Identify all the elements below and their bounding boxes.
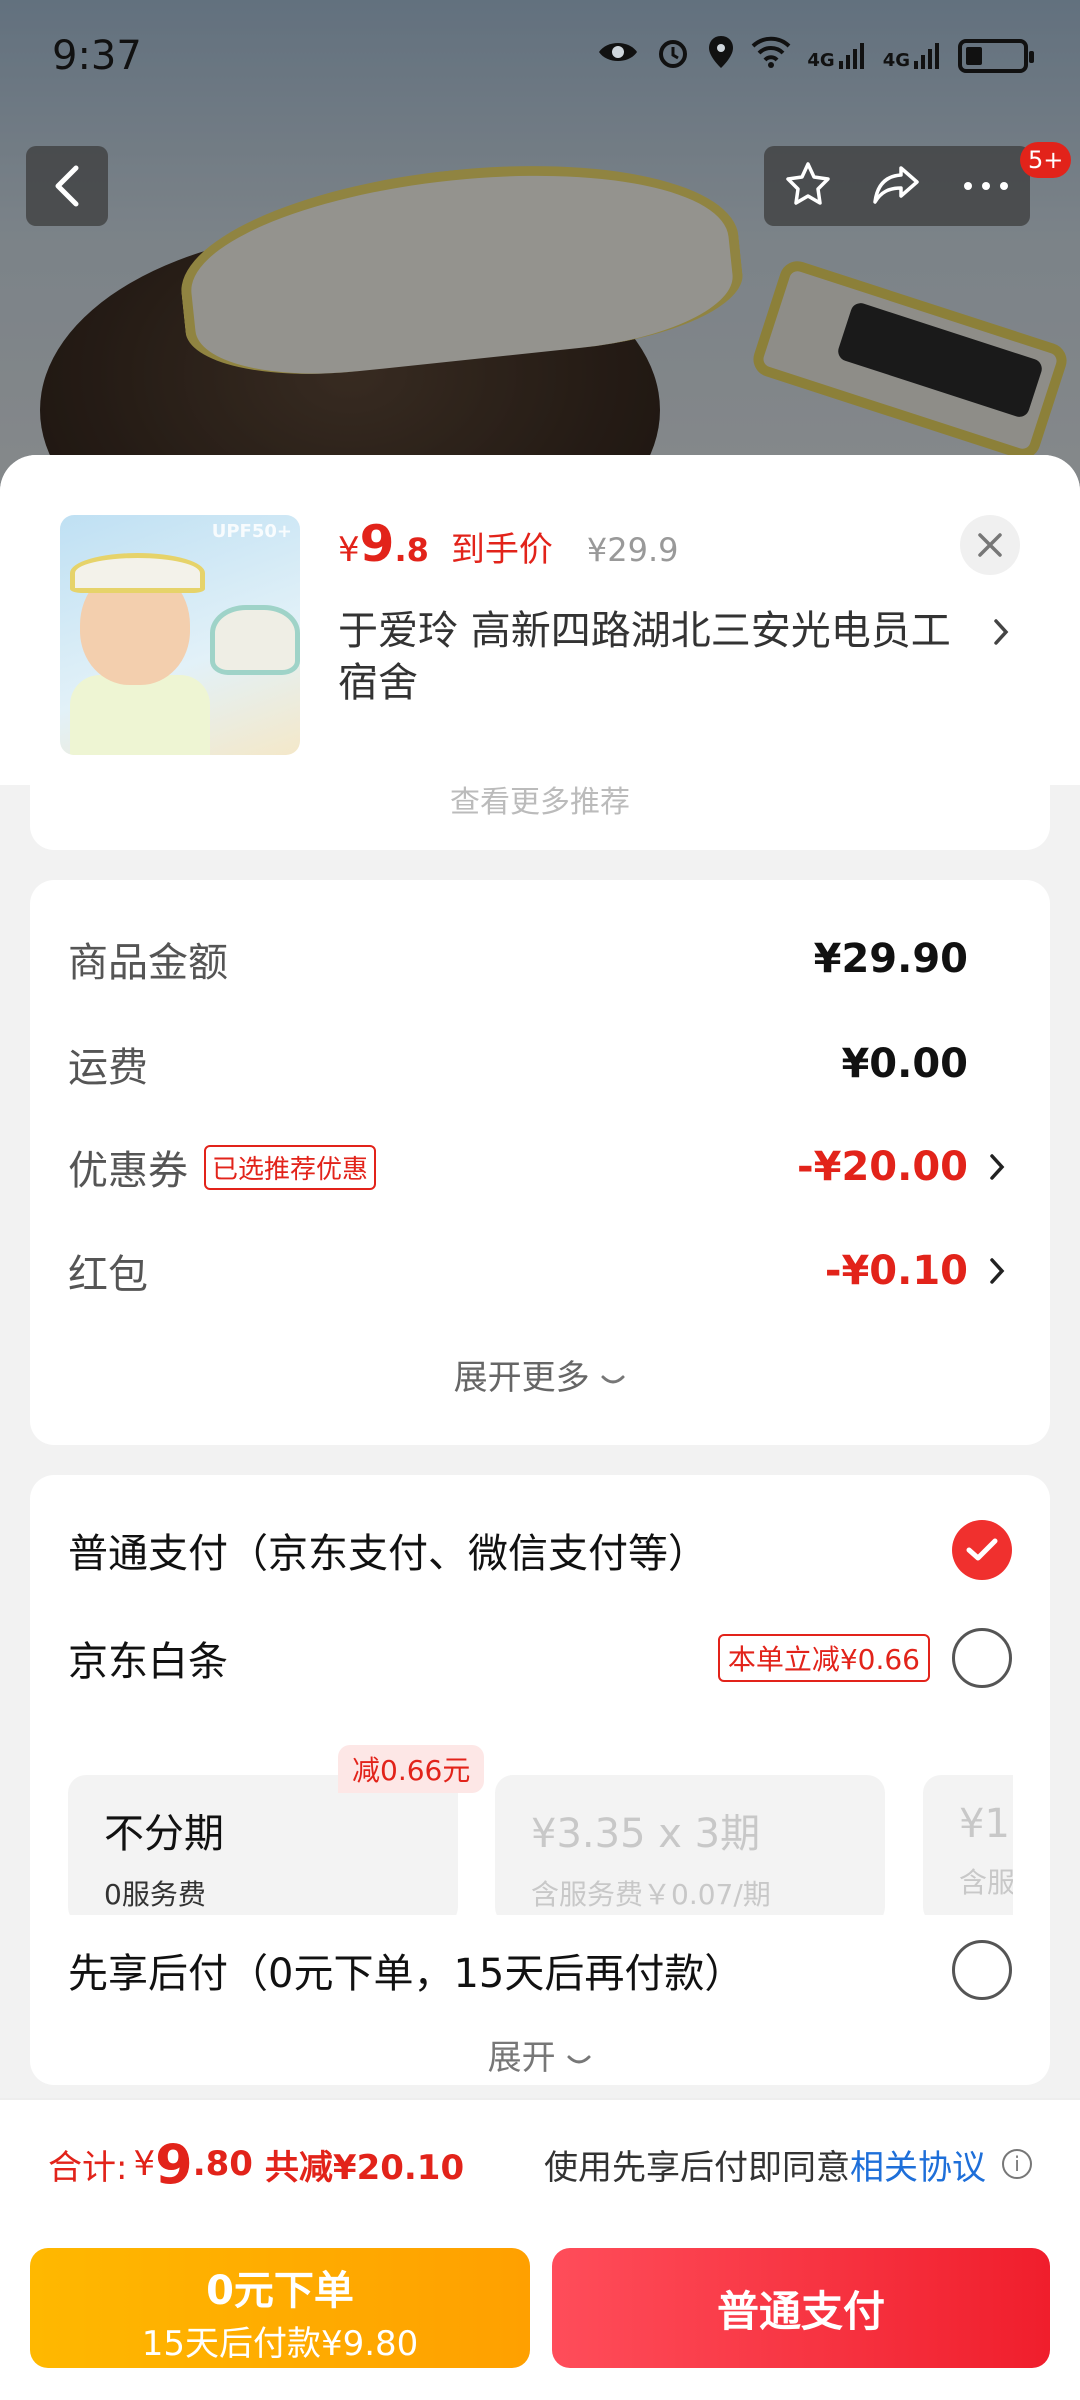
- close-button[interactable]: [960, 515, 1020, 575]
- status-time: 9:37: [52, 33, 142, 79]
- installment-none-title: 不分期: [104, 1811, 224, 1857]
- thumb-hat: [70, 553, 205, 593]
- price-currency: ¥: [338, 530, 360, 570]
- network-type-1: 4G: [807, 50, 835, 71]
- star-icon: [785, 162, 830, 205]
- agreement-text: 使用先享后付即同意 相关协议 i: [544, 2140, 1032, 2189]
- red-packet-value: -¥0.10: [824, 1248, 968, 1294]
- signal-icon-1: 4G: [807, 41, 866, 71]
- price-integer: 9: [359, 515, 395, 573]
- payment-later-radio[interactable]: [952, 1940, 1012, 2000]
- more-button[interactable]: [962, 177, 1010, 196]
- total-label: 合计:: [48, 2147, 128, 2188]
- shipping-fee-label: 运费: [68, 1045, 148, 1091]
- final-price: ¥ 9 .8 到手价 ¥29.9: [338, 515, 678, 573]
- thumb-shirt: [70, 675, 210, 755]
- more-dots-icon: [964, 181, 1009, 190]
- network-type-2: 4G: [882, 50, 910, 71]
- signal-icon-2: 4G: [883, 41, 942, 71]
- coupon-value: -¥20.00: [797, 1144, 968, 1190]
- goods-amount-label: 商品金额: [68, 940, 228, 986]
- checkout-sheet: UPF50+ ¥ 9 .8 到手价 ¥29.9 于爱玲 高新四路湖北三安光电员工…: [0, 455, 1080, 2400]
- pay-later-button[interactable]: 0元下单 15天后付款¥9.80: [30, 2248, 530, 2368]
- payment-methods-card: 普通支付（京东支付、微信支付等） 京东白条 本单立减¥0.66 不分期 0服务费…: [30, 1475, 1050, 2085]
- price-decimal: .8: [394, 531, 429, 569]
- back-button[interactable]: [26, 146, 108, 226]
- chevron-down-icon: [567, 2055, 591, 2064]
- shipping-address[interactable]: 于爱玲 高新四路湖北三安光电员工宿舍: [338, 605, 958, 709]
- installment-options: 不分期 0服务费 减0.66元 ¥3.35 x 3期 含服务费￥0.07/期 ¥…: [68, 1745, 1013, 1915]
- installment-3-title: ¥3.35 x 3期: [531, 1811, 761, 1857]
- summary-row-shipping: 运费 ¥0.00: [68, 1035, 1012, 1093]
- total-savings: 共减¥20.10: [264, 2147, 465, 2188]
- chevron-down-icon: [601, 1375, 625, 1384]
- coupon-recommended-tag: 已选推荐优惠: [204, 1144, 377, 1190]
- wifi-icon: [751, 36, 791, 76]
- payment-option-later[interactable]: 先享后付（0元下单，15天后再付款）: [68, 1940, 1012, 2000]
- installment-6-title: ¥1.7: [959, 1801, 1013, 1847]
- installment-option-6[interactable]: ¥1.7 含服: [923, 1775, 1013, 1915]
- expand-more-button[interactable]: 展开更多: [30, 1350, 1050, 1399]
- installment-option-none[interactable]: 不分期 0服务费: [68, 1775, 458, 1915]
- expand-more-label: 展开更多: [453, 1358, 590, 1398]
- normal-pay-button[interactable]: 普通支付: [552, 2248, 1050, 2368]
- payment-option-baitiao[interactable]: 京东白条 本单立减¥0.66: [68, 1628, 1012, 1688]
- total-integer: 9: [155, 2132, 193, 2196]
- summary-row-goods: 商品金额 ¥29.90: [68, 930, 1012, 988]
- info-icon[interactable]: i: [1002, 2149, 1032, 2179]
- payment-baitiao-radio[interactable]: [952, 1628, 1012, 1688]
- alarm-icon: [655, 34, 691, 78]
- chevron-left-icon: [55, 165, 79, 207]
- checkmark-icon: [966, 1538, 998, 1561]
- installment-3-sub: 含服务费￥0.07/期: [531, 1878, 771, 1911]
- battery-icon: [958, 39, 1034, 73]
- agreement-prefix: 使用先享后付即同意: [544, 2147, 850, 2188]
- pay-later-subtitle: 15天后付款¥9.80: [141, 2324, 419, 2364]
- address-chevron-right-icon[interactable]: [992, 617, 1010, 651]
- pay-later-title: 0元下单: [206, 2268, 354, 2314]
- payment-later-label: 先享后付（0元下单，15天后再付款）: [68, 1951, 745, 1997]
- price-summary-card: 商品金额 ¥29.90 运费 ¥0.00 优惠券 已选推荐优惠 -¥20.00 …: [30, 880, 1050, 1445]
- installment-option-3[interactable]: ¥3.35 x 3期 含服务费￥0.07/期: [495, 1775, 885, 1915]
- product-thumbnail: UPF50+: [60, 515, 300, 755]
- share-button[interactable]: [871, 162, 923, 210]
- red-packet-chevron-right-icon: [982, 1257, 1012, 1285]
- total-currency: ¥: [133, 2144, 156, 2184]
- top-actions-bar: [764, 146, 1030, 226]
- action-buttons: 0元下单 15天后付款¥9.80 普通支付: [0, 2228, 1080, 2400]
- goods-amount-value: ¥29.90: [813, 936, 968, 982]
- payment-normal-radio[interactable]: [952, 1520, 1012, 1580]
- payment-expand-button[interactable]: 展开: [30, 2030, 1050, 2079]
- status-icons: 4G 4G: [597, 34, 1034, 78]
- price-label: 到手价: [450, 530, 553, 570]
- order-total-bar: 合计: ¥ 9 .80 共减¥20.10 使用先享后付即同意 相关协议 i: [0, 2098, 1080, 2228]
- summary-row-coupon[interactable]: 优惠券 已选推荐优惠 -¥20.00: [68, 1138, 1012, 1196]
- payment-expand-label: 展开: [487, 2038, 556, 2078]
- summary-row-redpacket[interactable]: 红包 -¥0.10: [68, 1242, 1012, 1300]
- thumb-upf-logo: UPF50+: [211, 521, 292, 542]
- installment-discount-badge: 减0.66元: [338, 1745, 485, 1793]
- shipping-fee-value: ¥0.00: [841, 1041, 968, 1087]
- close-icon: [978, 533, 1002, 557]
- agreement-link[interactable]: 相关协议: [850, 2140, 986, 2189]
- payment-baitiao-label: 京东白条: [68, 1639, 228, 1685]
- total-decimal: .80: [192, 2144, 253, 2184]
- favorite-button[interactable]: [784, 160, 832, 212]
- original-price: ¥29.9: [586, 531, 679, 569]
- coupon-chevron-right-icon: [982, 1153, 1012, 1181]
- red-packet-label: 红包: [68, 1252, 148, 1298]
- status-bar: 9:37 4G 4G: [0, 0, 1080, 112]
- installment-none-sub: 0服务费: [104, 1878, 206, 1911]
- location-icon: [707, 34, 735, 78]
- sheet-header: UPF50+ ¥ 9 .8 到手价 ¥29.9 于爱玲 高新四路湖北三安光电员工…: [0, 455, 1080, 785]
- message-count-badge: 5+: [1020, 142, 1072, 178]
- share-icon: [873, 166, 919, 204]
- baitiao-discount-tag: 本单立减¥0.66: [717, 1634, 930, 1682]
- payment-normal-label: 普通支付（京东支付、微信支付等）: [68, 1531, 708, 1577]
- eye-icon: [597, 37, 639, 75]
- thumb-hat-side: [210, 605, 300, 675]
- coupon-label: 优惠券: [68, 1148, 188, 1194]
- payment-option-normal[interactable]: 普通支付（京东支付、微信支付等）: [68, 1520, 1012, 1580]
- installment-6-sub: 含服: [959, 1866, 1013, 1899]
